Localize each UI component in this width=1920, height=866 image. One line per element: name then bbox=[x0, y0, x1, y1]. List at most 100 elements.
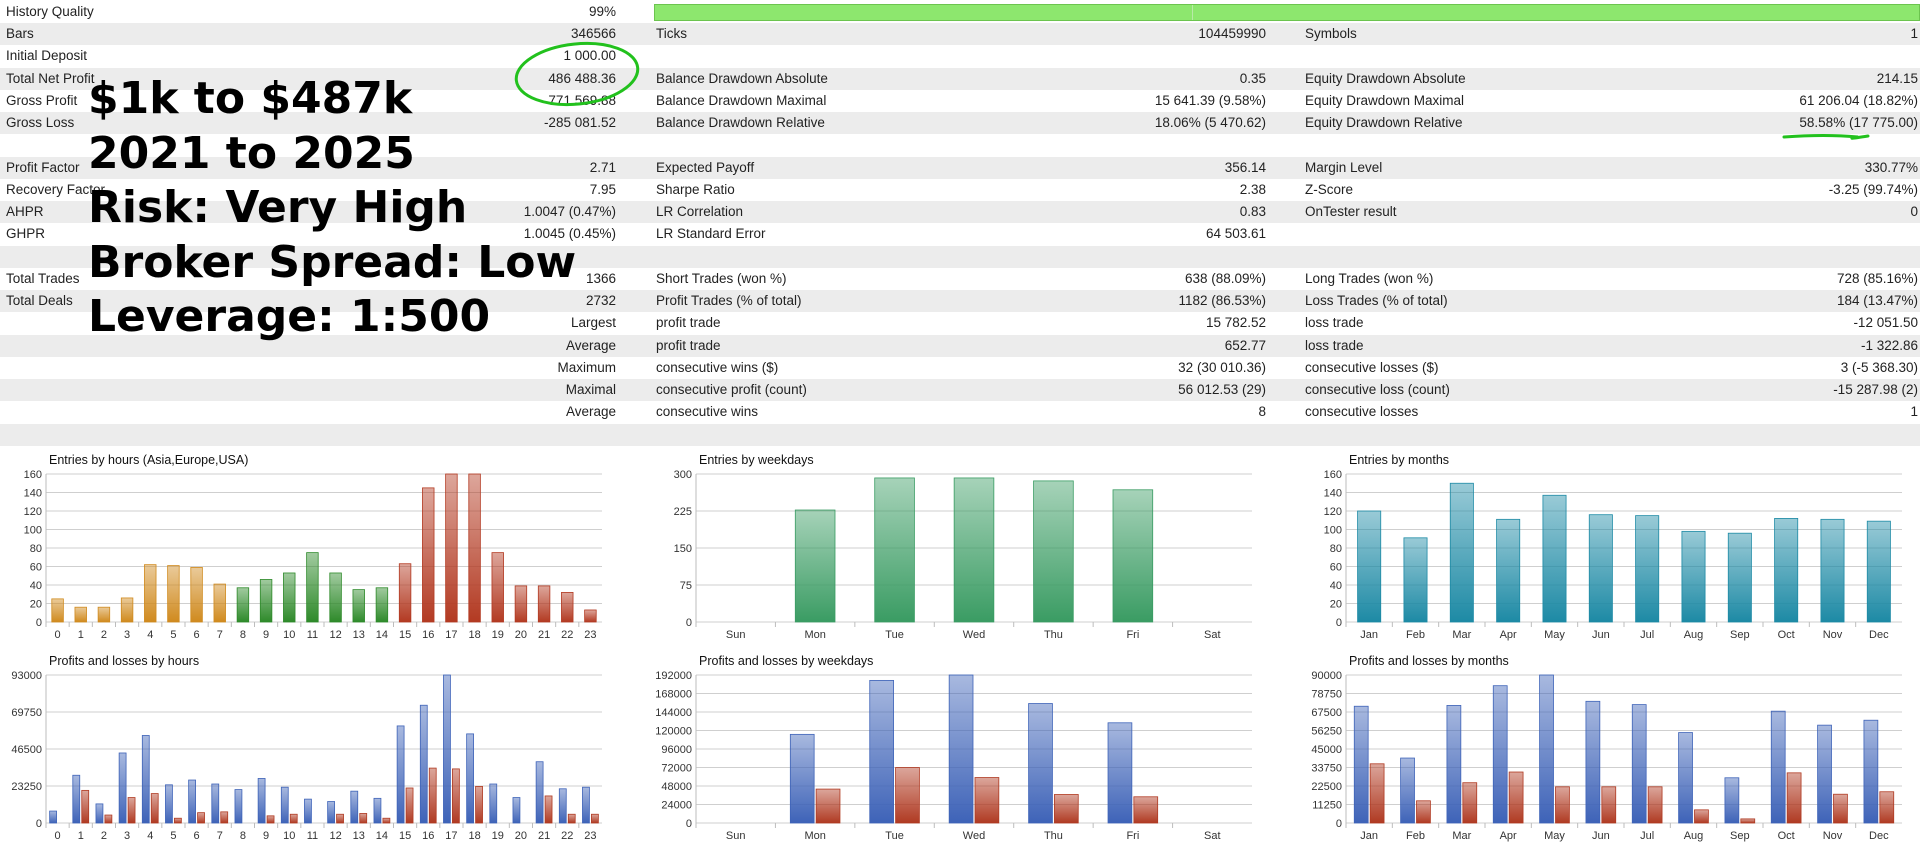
chart-bar bbox=[1112, 489, 1154, 623]
chart-bar-profit bbox=[1539, 674, 1554, 824]
x-tick-label: 0 bbox=[55, 830, 61, 842]
chart-bar bbox=[329, 572, 342, 623]
y-tick-label: 120000 bbox=[655, 726, 692, 738]
x-tick-label: 14 bbox=[376, 629, 388, 641]
chart-title: Entries by months bbox=[1349, 453, 1449, 467]
chart-bar bbox=[167, 565, 180, 623]
y-tick-label: 100 bbox=[1324, 525, 1342, 537]
chart-bar bbox=[375, 587, 389, 623]
x-tick-label: Wed bbox=[963, 629, 985, 641]
chart-svg: Entries by weekdays 0 75 150 225 300 Sun Mon Tue… bbox=[674, 453, 1252, 641]
chart-bar-profit bbox=[1817, 724, 1832, 824]
chart-bar bbox=[1866, 520, 1891, 623]
x-tick-label: 21 bbox=[538, 830, 550, 842]
x-tick-label: 6 bbox=[194, 629, 200, 641]
chart-bar-loss bbox=[1786, 772, 1802, 824]
chart-bar bbox=[445, 473, 458, 623]
chart-bar-profit bbox=[512, 797, 521, 824]
y-tick-label: 0 bbox=[1336, 617, 1342, 629]
x-tick-label: Feb bbox=[1406, 629, 1425, 641]
x-tick-label: May bbox=[1544, 830, 1565, 842]
chart-bar-profit bbox=[304, 798, 312, 824]
chart-bar-loss bbox=[1133, 796, 1159, 824]
chart-title: Profits and losses by months bbox=[1349, 654, 1509, 668]
x-tick-label: Jul bbox=[1640, 629, 1654, 641]
y-tick-label: 144000 bbox=[655, 707, 692, 719]
x-tick-label: Sat bbox=[1204, 830, 1221, 842]
chart-bar-profit bbox=[373, 797, 382, 824]
chart-bar bbox=[97, 606, 111, 623]
chart-bar bbox=[1542, 494, 1567, 623]
chart-bar-loss bbox=[150, 793, 159, 824]
chart-bar bbox=[144, 564, 157, 623]
chart-bar-profit bbox=[869, 679, 894, 824]
chart-bar-profit bbox=[257, 778, 266, 824]
chart-bar-loss bbox=[815, 788, 841, 824]
chart-bar-profit bbox=[1770, 710, 1786, 824]
x-tick-label: Dec bbox=[1869, 830, 1889, 842]
chart-bar-profit bbox=[72, 774, 81, 824]
x-tick-label: Nov bbox=[1823, 629, 1843, 641]
chart-bar-loss bbox=[475, 785, 483, 824]
chart-bar-profit bbox=[95, 803, 104, 824]
y-tick-label: 56250 bbox=[1311, 726, 1342, 738]
y-tick-label: 60 bbox=[1330, 562, 1342, 574]
x-tick-label: Tue bbox=[885, 830, 904, 842]
x-tick-label: 4 bbox=[147, 629, 153, 641]
y-tick-label: 75 bbox=[680, 580, 692, 592]
x-tick-label: 18 bbox=[468, 830, 480, 842]
x-tick-label: Oct bbox=[1778, 830, 1795, 842]
x-tick-label: 16 bbox=[422, 629, 434, 641]
chart-bar-profit bbox=[49, 810, 57, 824]
chart-bar bbox=[74, 606, 87, 623]
x-tick-label: 19 bbox=[492, 830, 504, 842]
x-tick-label: Sep bbox=[1730, 629, 1750, 641]
chart-bar bbox=[1820, 518, 1845, 623]
y-tick-label: 0 bbox=[36, 617, 42, 629]
y-tick-label: 20 bbox=[30, 599, 42, 611]
chart-bar bbox=[1727, 532, 1752, 623]
y-tick-label: 60 bbox=[30, 562, 42, 574]
chart-1: Entries by hours (Asia,Europe,USA) 0 20 40 6… bbox=[0, 450, 620, 650]
chart-bar-profit bbox=[948, 674, 974, 824]
y-tick-label: 24000 bbox=[661, 800, 692, 812]
chart-bar-profit bbox=[1585, 700, 1601, 824]
x-tick-label: 10 bbox=[283, 629, 295, 641]
x-tick-label: 13 bbox=[353, 830, 365, 842]
chart-bar-loss bbox=[544, 795, 553, 824]
chart-bar-profit bbox=[1446, 705, 1462, 824]
y-tick-label: 11250 bbox=[1312, 800, 1342, 812]
chart-bar-loss bbox=[382, 817, 391, 824]
chart-bar-loss bbox=[336, 813, 344, 824]
chart-bar-profit bbox=[466, 733, 474, 824]
chart-bar bbox=[422, 487, 435, 623]
chart-bar-loss bbox=[591, 813, 599, 824]
y-tick-label: 46500 bbox=[11, 744, 42, 756]
chart-bar-loss bbox=[1416, 800, 1431, 824]
y-tick-label: 0 bbox=[1336, 818, 1342, 830]
x-tick-label: 23 bbox=[584, 629, 596, 641]
x-tick-label: 11 bbox=[307, 830, 318, 842]
chart-bar-profit bbox=[582, 786, 590, 824]
chart-bar-profit bbox=[118, 752, 127, 824]
x-tick-label: 3 bbox=[124, 629, 130, 641]
chart-bar-loss bbox=[405, 787, 414, 824]
chart-bar-profit bbox=[211, 783, 220, 824]
x-tick-label: Aug bbox=[1684, 830, 1704, 842]
chart-bar-profit bbox=[1631, 704, 1647, 824]
x-tick-label: Sep bbox=[1730, 830, 1750, 842]
x-tick-label: Mar bbox=[1452, 830, 1471, 842]
x-tick-label: Sat bbox=[1204, 629, 1221, 641]
x-tick-label: Thu bbox=[1044, 830, 1063, 842]
x-tick-label: 14 bbox=[376, 830, 388, 842]
chart-title: Entries by hours (Asia,Europe,USA) bbox=[49, 453, 248, 467]
x-tick-label: 18 bbox=[468, 629, 480, 641]
y-tick-label: 140 bbox=[24, 488, 42, 500]
x-tick-label: 21 bbox=[538, 629, 550, 641]
x-tick-label: Mon bbox=[804, 830, 825, 842]
chart-bar bbox=[306, 552, 319, 623]
x-tick-label: Feb bbox=[1406, 830, 1425, 842]
y-tick-label: 150 bbox=[674, 543, 692, 555]
promo-overlay: $1k to $487k 2021 to 2025 Risk: Very Hig… bbox=[88, 72, 576, 345]
x-tick-label: 15 bbox=[399, 830, 411, 842]
